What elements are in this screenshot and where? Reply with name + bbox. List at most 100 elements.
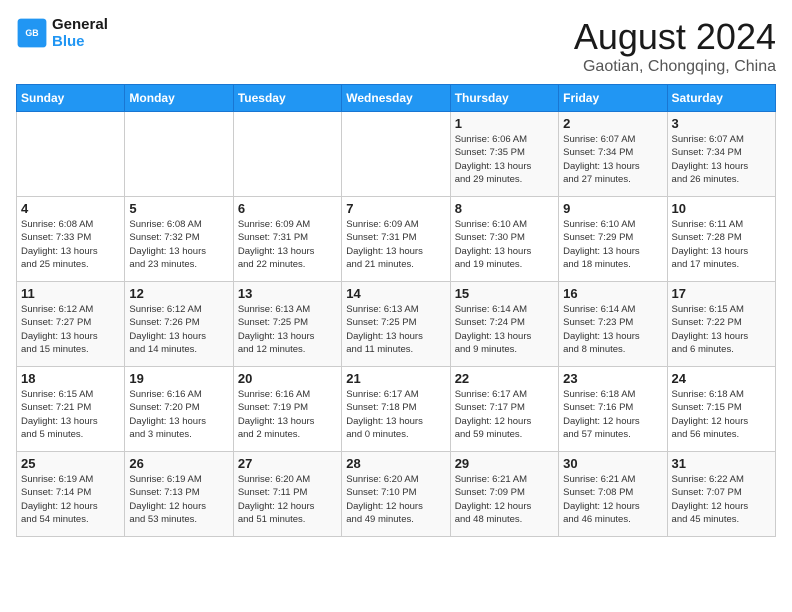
calendar-cell: 12 Sunrise: 6:12 AM Sunset: 7:26 PM Dayli… <box>125 282 233 367</box>
cell-info: Sunrise: 6:14 AM Sunset: 7:24 PM Dayligh… <box>455 303 554 356</box>
location: Gaotian, Chongqing, China <box>574 58 776 76</box>
page-header: GB General Blue August 2024 Gaotian, Cho… <box>16 16 776 76</box>
cell-info: Sunrise: 6:15 AM Sunset: 7:22 PM Dayligh… <box>672 303 771 356</box>
day-number: 14 <box>346 286 445 301</box>
day-number: 17 <box>672 286 771 301</box>
cell-info: Sunrise: 6:06 AM Sunset: 7:35 PM Dayligh… <box>455 133 554 186</box>
calendar-cell: 8 Sunrise: 6:10 AM Sunset: 7:30 PM Daylig… <box>450 197 558 282</box>
calendar-cell: 20 Sunrise: 6:16 AM Sunset: 7:19 PM Dayli… <box>233 367 341 452</box>
day-number: 20 <box>238 371 337 386</box>
calendar-cell: 31 Sunrise: 6:22 AM Sunset: 7:07 PM Dayli… <box>667 452 775 537</box>
cell-info: Sunrise: 6:08 AM Sunset: 7:32 PM Dayligh… <box>129 218 228 271</box>
calendar-cell: 16 Sunrise: 6:14 AM Sunset: 7:23 PM Dayli… <box>559 282 667 367</box>
day-number: 19 <box>129 371 228 386</box>
day-number: 8 <box>455 201 554 216</box>
calendar-cell: 18 Sunrise: 6:15 AM Sunset: 7:21 PM Dayli… <box>17 367 125 452</box>
cell-info: Sunrise: 6:14 AM Sunset: 7:23 PM Dayligh… <box>563 303 662 356</box>
calendar-cell: 22 Sunrise: 6:17 AM Sunset: 7:17 PM Dayli… <box>450 367 558 452</box>
calendar-cell: 25 Sunrise: 6:19 AM Sunset: 7:14 PM Dayli… <box>17 452 125 537</box>
day-number: 27 <box>238 456 337 471</box>
cell-info: Sunrise: 6:13 AM Sunset: 7:25 PM Dayligh… <box>238 303 337 356</box>
cell-info: Sunrise: 6:12 AM Sunset: 7:26 PM Dayligh… <box>129 303 228 356</box>
cell-info: Sunrise: 6:07 AM Sunset: 7:34 PM Dayligh… <box>563 133 662 186</box>
calendar-cell: 24Sunrise: 6:18 AM Sunset: 7:15 PM Dayli… <box>667 367 775 452</box>
day-number: 12 <box>129 286 228 301</box>
calendar-cell: 1 Sunrise: 6:06 AM Sunset: 7:35 PM Daylig… <box>450 112 558 197</box>
calendar-cell: 29 Sunrise: 6:21 AM Sunset: 7:09 PM Dayli… <box>450 452 558 537</box>
day-number: 3 <box>672 116 771 131</box>
cell-info: Sunrise: 6:19 AM Sunset: 7:13 PM Dayligh… <box>129 473 228 526</box>
day-number: 2 <box>563 116 662 131</box>
cell-info: Sunrise: 6:12 AM Sunset: 7:27 PM Dayligh… <box>21 303 120 356</box>
calendar-cell: 17 Sunrise: 6:15 AM Sunset: 7:22 PM Dayli… <box>667 282 775 367</box>
cell-info: Sunrise: 6:15 AM Sunset: 7:21 PM Dayligh… <box>21 388 120 441</box>
calendar-cell: 21 Sunrise: 6:17 AM Sunset: 7:18 PM Dayli… <box>342 367 450 452</box>
cell-info: Sunrise: 6:09 AM Sunset: 7:31 PM Dayligh… <box>238 218 337 271</box>
day-number: 13 <box>238 286 337 301</box>
day-number: 25 <box>21 456 120 471</box>
calendar-cell: 28Sunrise: 6:20 AM Sunset: 7:10 PM Dayli… <box>342 452 450 537</box>
calendar-cell: 19 Sunrise: 6:16 AM Sunset: 7:20 PM Dayli… <box>125 367 233 452</box>
day-number: 9 <box>563 201 662 216</box>
month-year: August 2024 <box>574 16 776 58</box>
logo-icon: GB <box>16 17 48 49</box>
day-number: 6 <box>238 201 337 216</box>
calendar-cell: 27 Sunrise: 6:20 AM Sunset: 7:11 PM Dayli… <box>233 452 341 537</box>
calendar-cell: 23 Sunrise: 6:18 AM Sunset: 7:16 PM Dayli… <box>559 367 667 452</box>
cell-info: Sunrise: 6:16 AM Sunset: 7:20 PM Dayligh… <box>129 388 228 441</box>
cell-info: Sunrise: 6:17 AM Sunset: 7:17 PM Dayligh… <box>455 388 554 441</box>
calendar-table: SundayMondayTuesdayWednesdayThursdayFrid… <box>16 84 776 537</box>
cell-info: Sunrise: 6:10 AM Sunset: 7:29 PM Dayligh… <box>563 218 662 271</box>
day-number: 18 <box>21 371 120 386</box>
day-number: 29 <box>455 456 554 471</box>
day-number: 30 <box>563 456 662 471</box>
calendar-cell: 11Sunrise: 6:12 AM Sunset: 7:27 PM Dayli… <box>17 282 125 367</box>
cell-info: Sunrise: 6:21 AM Sunset: 7:09 PM Dayligh… <box>455 473 554 526</box>
weekday-header-monday: Monday <box>125 85 233 112</box>
cell-info: Sunrise: 6:17 AM Sunset: 7:18 PM Dayligh… <box>346 388 445 441</box>
day-number: 16 <box>563 286 662 301</box>
cell-info: Sunrise: 6:19 AM Sunset: 7:14 PM Dayligh… <box>21 473 120 526</box>
cell-info: Sunrise: 6:22 AM Sunset: 7:07 PM Dayligh… <box>672 473 771 526</box>
calendar-cell: 30 Sunrise: 6:21 AM Sunset: 7:08 PM Dayli… <box>559 452 667 537</box>
day-number: 22 <box>455 371 554 386</box>
day-number: 7 <box>346 201 445 216</box>
day-number: 31 <box>672 456 771 471</box>
cell-info: Sunrise: 6:18 AM Sunset: 7:16 PM Dayligh… <box>563 388 662 441</box>
day-number: 23 <box>563 371 662 386</box>
weekday-header-sunday: Sunday <box>17 85 125 112</box>
cell-info: Sunrise: 6:21 AM Sunset: 7:08 PM Dayligh… <box>563 473 662 526</box>
calendar-cell: 4 Sunrise: 6:08 AM Sunset: 7:33 PM Daylig… <box>17 197 125 282</box>
cell-info: Sunrise: 6:09 AM Sunset: 7:31 PM Dayligh… <box>346 218 445 271</box>
calendar-cell: 14 Sunrise: 6:13 AM Sunset: 7:25 PM Dayli… <box>342 282 450 367</box>
calendar-cell <box>125 112 233 197</box>
day-number: 21 <box>346 371 445 386</box>
calendar-cell: 15Sunrise: 6:14 AM Sunset: 7:24 PM Dayli… <box>450 282 558 367</box>
calendar-cell: 13 Sunrise: 6:13 AM Sunset: 7:25 PM Dayli… <box>233 282 341 367</box>
weekday-header-thursday: Thursday <box>450 85 558 112</box>
calendar-cell: 26 Sunrise: 6:19 AM Sunset: 7:13 PM Dayli… <box>125 452 233 537</box>
weekday-header-wednesday: Wednesday <box>342 85 450 112</box>
day-number: 4 <box>21 201 120 216</box>
calendar-cell <box>233 112 341 197</box>
cell-info: Sunrise: 6:08 AM Sunset: 7:33 PM Dayligh… <box>21 218 120 271</box>
day-number: 1 <box>455 116 554 131</box>
calendar-cell: 2 Sunrise: 6:07 AM Sunset: 7:34 PM Daylig… <box>559 112 667 197</box>
day-number: 10 <box>672 201 771 216</box>
day-number: 28 <box>346 456 445 471</box>
cell-info: Sunrise: 6:18 AM Sunset: 7:15 PM Dayligh… <box>672 388 771 441</box>
logo-text: General Blue <box>52 16 108 50</box>
weekday-header-tuesday: Tuesday <box>233 85 341 112</box>
calendar-cell <box>342 112 450 197</box>
calendar-cell: 6 Sunrise: 6:09 AM Sunset: 7:31 PM Daylig… <box>233 197 341 282</box>
day-number: 26 <box>129 456 228 471</box>
weekday-header-saturday: Saturday <box>667 85 775 112</box>
calendar-cell <box>17 112 125 197</box>
cell-info: Sunrise: 6:16 AM Sunset: 7:19 PM Dayligh… <box>238 388 337 441</box>
cell-info: Sunrise: 6:13 AM Sunset: 7:25 PM Dayligh… <box>346 303 445 356</box>
cell-info: Sunrise: 6:10 AM Sunset: 7:30 PM Dayligh… <box>455 218 554 271</box>
cell-info: Sunrise: 6:07 AM Sunset: 7:34 PM Dayligh… <box>672 133 771 186</box>
svg-text:GB: GB <box>25 28 38 38</box>
cell-info: Sunrise: 6:20 AM Sunset: 7:11 PM Dayligh… <box>238 473 337 526</box>
calendar-cell: 10Sunrise: 6:11 AM Sunset: 7:28 PM Dayli… <box>667 197 775 282</box>
